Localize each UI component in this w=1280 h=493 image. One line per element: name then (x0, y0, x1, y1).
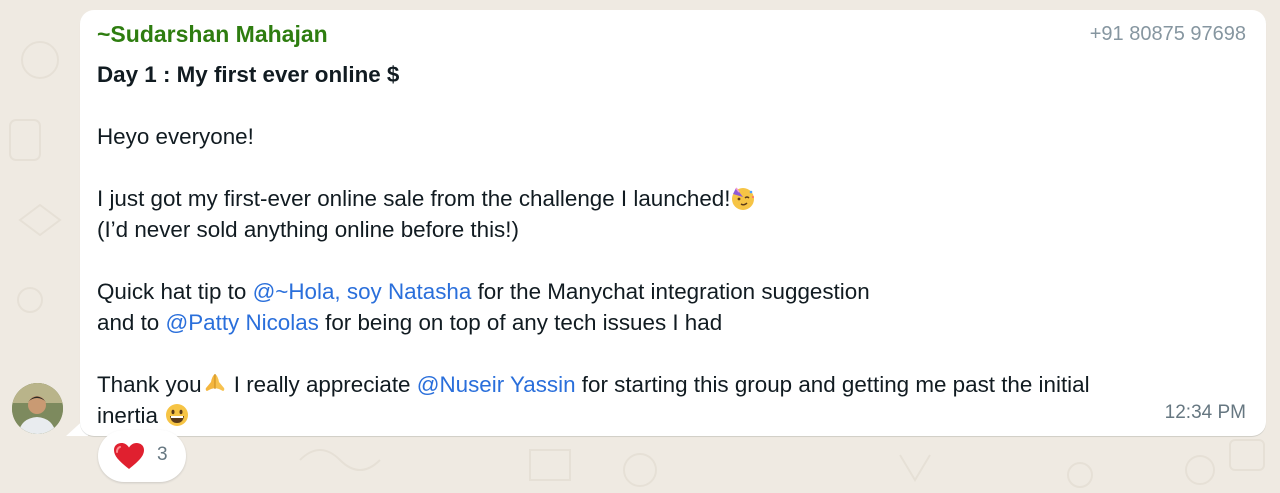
message-thanks: Thank you I really appreciate @Nuseir Ya… (97, 369, 1247, 400)
message-body: Day 1 : My first ever online $ Heyo ever… (97, 59, 1247, 431)
message-hat-tip: Quick hat tip to @~Hola, soy Natasha for… (97, 276, 1247, 307)
mention-patty[interactable]: @Patty Nicolas (165, 310, 318, 335)
sale-text: I just got my first-ever online sale fro… (97, 186, 731, 211)
partying-face-icon (732, 187, 755, 210)
reaction-pill[interactable]: 3 (98, 430, 186, 482)
sender-row: ~Sudarshan Mahajan +91 80875 97698 (97, 21, 1246, 51)
hat-tip-suffix: for the Manychat integration suggestion (471, 279, 870, 304)
and-to-prefix: and to (97, 310, 166, 335)
heart-icon (114, 443, 144, 469)
mention-natasha[interactable]: @~Hola, soy Natasha (253, 279, 472, 304)
sender-phone[interactable]: +91 80875 97698 (1090, 23, 1246, 46)
message-line-never: (I’d never sold anything online before t… (97, 217, 519, 242)
mention-nuseir[interactable]: @Nuseir Yassin (417, 372, 576, 397)
and-to-suffix: for being on top of any tech issues I ha… (318, 310, 723, 335)
message-timestamp: 12:34 PM (1164, 402, 1246, 423)
message-and-to: and to @Patty Nicolas for being on top o… (97, 307, 1247, 338)
message-line-sale: I just got my first-ever online sale fro… (97, 183, 1247, 214)
message-title: Day 1 : My first ever online $ (97, 62, 400, 87)
hat-tip-prefix: Quick hat tip to (97, 279, 253, 304)
message-inertia: inertia (97, 400, 1247, 431)
grinning-face-icon (166, 404, 189, 426)
folded-hands-icon (205, 374, 224, 391)
reaction-count: 3 (157, 444, 168, 465)
thanks-suffix: for starting this group and getting me p… (575, 372, 1090, 397)
message-bubble[interactable]: ~Sudarshan Mahajan +91 80875 97698 Day 1… (80, 10, 1266, 436)
message-greeting: Heyo everyone! (97, 124, 254, 149)
thanks-middle: I really appreciate (227, 372, 417, 397)
thanks-prefix: Thank you (97, 372, 202, 397)
sender-avatar[interactable] (12, 383, 63, 434)
inertia-text: inertia (97, 403, 165, 428)
sender-name[interactable]: ~Sudarshan Mahajan (97, 21, 328, 48)
